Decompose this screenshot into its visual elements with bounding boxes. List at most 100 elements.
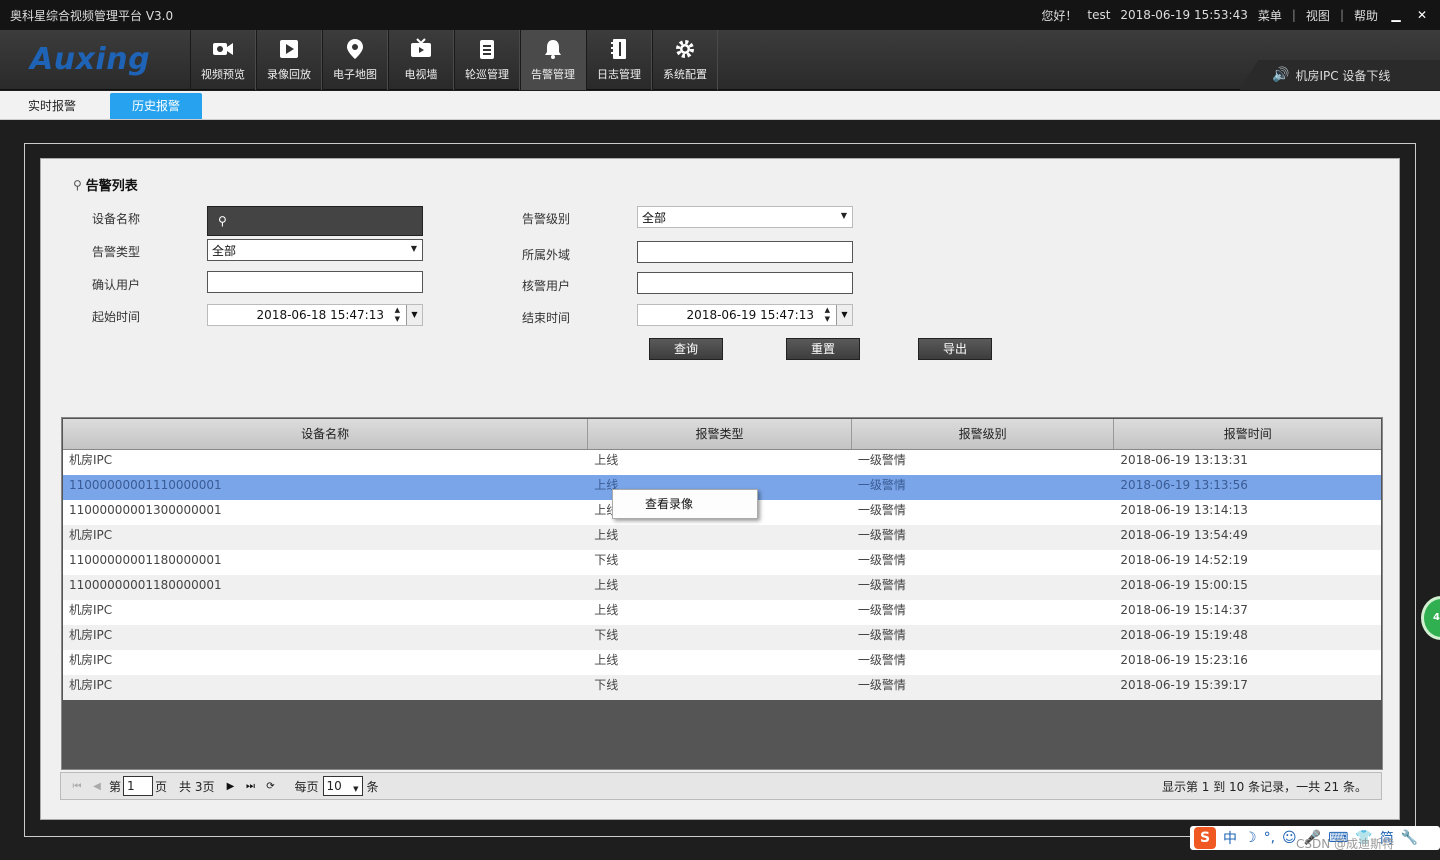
- table-row[interactable]: 机房IPC 上线 一级警情 2018-06-19 15:23:16: [63, 650, 1381, 675]
- end-time-label: 结束时间: [522, 311, 571, 325]
- module-patrol[interactable]: 轮巡管理: [454, 30, 520, 90]
- module-video-preview[interactable]: 视频预览: [190, 30, 256, 90]
- table-row[interactable]: 机房IPC 上线 一级警情 2018-06-19 13:13:31: [63, 450, 1381, 475]
- check-user-label: 核警用户: [522, 279, 571, 293]
- watermark: CSDN @成迪斯特: [1296, 837, 1395, 851]
- module-label: 录像回放: [267, 68, 311, 81]
- table-cell: 11000000001300000001: [69, 503, 222, 517]
- alarm-level-value: 全部: [642, 210, 667, 225]
- reset-button[interactable]: 重置: [786, 338, 860, 360]
- last-page-icon[interactable]: ⏭: [242, 778, 258, 794]
- table-row[interactable]: 机房IPC 下线 一级警情 2018-06-19 15:19:48: [63, 625, 1381, 650]
- floating-badge[interactable]: 45: [1421, 596, 1440, 640]
- start-time-value: 2018-06-18 15:47:13: [256, 308, 384, 322]
- next-page-icon[interactable]: ▶: [222, 778, 238, 794]
- username: test: [1087, 8, 1111, 22]
- table-cell: 11000000001110000001: [69, 478, 222, 492]
- table-cell: 上线: [594, 453, 619, 467]
- bell-icon: [545, 40, 561, 59]
- ime-lang[interactable]: 中: [1223, 828, 1237, 848]
- prev-page-icon[interactable]: ◀: [89, 778, 105, 794]
- table-cell: 一级警情: [857, 553, 906, 567]
- module-log[interactable]: 日志管理: [586, 30, 652, 90]
- column-header[interactable]: 设备名称: [63, 419, 589, 449]
- map-pin-icon: [347, 39, 363, 59]
- end-time-picker[interactable]: 2018-06-19 15:47:13 ▲ ▼ ▼: [637, 304, 853, 326]
- alarm-type-select[interactable]: 全部 ▼: [207, 239, 423, 261]
- device-name-input[interactable]: ⚲: [207, 206, 423, 236]
- table-cell: 2018-06-19 15:14:37: [1120, 603, 1248, 617]
- tab-history-alarm[interactable]: 历史报警: [110, 93, 203, 119]
- check-user-input[interactable]: [637, 272, 853, 294]
- table-row[interactable]: 机房IPC 下线 一级警情 2018-06-19 15:39:17: [63, 675, 1381, 700]
- app-title: 奥科星综合视频管理平台 V3.0: [10, 8, 174, 23]
- spin-arrows-icon[interactable]: ▲ ▼: [395, 306, 400, 324]
- emoji-icon[interactable]: ☺: [1282, 830, 1297, 846]
- table-row[interactable]: 11000000001180000001 上线 一级警情 2018-06-19 15:…: [63, 575, 1381, 600]
- table-cell: 一级警情: [857, 678, 906, 692]
- title-bar: 奥科星综合视频管理平台 V3.0 您好！ test 2018-06-19 15:…: [0, 0, 1440, 30]
- pagination-bar: ⏮ ◀ 第 1 页 共 3页 ▶ ⏭ ⟳ 每页 10 条 显示第 1 到 10 …: [60, 772, 1382, 800]
- module-alarm[interactable]: 告警管理: [520, 30, 586, 90]
- table-row[interactable]: 11000000001180000001 下线 一级警情 2018-06-19 14:…: [63, 550, 1381, 575]
- alarm-level-select[interactable]: 全部 ▼: [637, 206, 853, 228]
- module-map[interactable]: 电子地图: [322, 30, 388, 90]
- table-cell: 2018-06-19 13:13:31: [1120, 453, 1248, 467]
- punctuation-icon[interactable]: °,: [1264, 830, 1275, 846]
- help-button[interactable]: 帮助: [1354, 7, 1378, 24]
- alarm-ticker-text: 机房IPC 设备下线: [1295, 68, 1391, 83]
- separator: |: [1291, 8, 1296, 22]
- page-suffix: 页: [155, 779, 168, 794]
- column-header[interactable]: 报警类型: [588, 419, 852, 449]
- module-tv-wall[interactable]: 电视墙: [388, 30, 454, 90]
- clock: 2018-06-19 15:53:43: [1120, 8, 1248, 22]
- table-cell: 机房IPC: [69, 678, 113, 692]
- chevron-down-icon[interactable]: ▼: [836, 305, 852, 325]
- table-row[interactable]: 机房IPC 上线 一级警情 2018-06-19 13:54:49: [63, 525, 1381, 550]
- table-cell: 2018-06-19 15:00:15: [1120, 578, 1248, 592]
- view-button[interactable]: 视图: [1306, 7, 1330, 24]
- start-time-picker[interactable]: 2018-06-18 15:47:13 ▲ ▼ ▼: [207, 304, 423, 326]
- minimize-icon[interactable]: ▁: [1388, 8, 1404, 22]
- table-header: 设备名称 报警类型 报警级别 报警时间: [63, 419, 1381, 450]
- export-button[interactable]: 导出: [918, 338, 992, 360]
- page-prefix: 第: [109, 779, 122, 794]
- module-settings[interactable]: 系统配置: [652, 30, 718, 90]
- module-label: 电子地图: [333, 68, 377, 81]
- start-time-label: 起始时间: [92, 310, 141, 324]
- module-playback[interactable]: 录像回放: [256, 30, 322, 90]
- table-row[interactable]: 机房IPC 上线 一级警情 2018-06-19 15:14:37: [63, 600, 1381, 625]
- query-button[interactable]: 查询: [649, 338, 723, 360]
- total-pages: 共 3页: [179, 779, 215, 794]
- spin-arrows-icon[interactable]: ▲ ▼: [825, 306, 830, 324]
- chevron-down-icon: ▼: [840, 211, 847, 220]
- close-icon[interactable]: ✕: [1414, 8, 1430, 22]
- column-header[interactable]: 报警时间: [1114, 419, 1381, 449]
- moon-icon[interactable]: ☽: [1244, 830, 1257, 846]
- chevron-down-icon[interactable]: ▼: [406, 305, 422, 325]
- column-header[interactable]: 报警级别: [852, 419, 1115, 449]
- table-cell: 一级警情: [857, 478, 906, 492]
- speaker-icon: 🔊: [1272, 67, 1290, 83]
- wrench-icon[interactable]: 🔧: [1401, 830, 1418, 846]
- table-cell: 2018-06-19 15:19:48: [1120, 628, 1248, 642]
- context-menu-view-recording[interactable]: 查看录像: [612, 489, 758, 519]
- per-page-select[interactable]: 10: [322, 776, 363, 798]
- first-page-icon[interactable]: ⏮: [69, 778, 85, 794]
- chevron-down-icon: ▼: [410, 244, 417, 253]
- domain-input[interactable]: [637, 241, 853, 263]
- alarm-subtabs: 实时报警 历史报警: [0, 91, 1440, 120]
- log-book-icon: [611, 39, 626, 59]
- tab-realtime-alarm[interactable]: 实时报警: [6, 93, 98, 119]
- menu-button[interactable]: 菜单: [1258, 7, 1282, 24]
- alarm-ticker[interactable]: 🔊 机房IPC 设备下线: [1240, 60, 1440, 90]
- table-cell: 机房IPC: [69, 528, 113, 542]
- main-toolbar: Auxing 视频预览 录像回放 电子地图 电视墙 轮巡管理 告警管理 日志管理: [0, 30, 1440, 90]
- table-cell: 2018-06-19 13:54:49: [1120, 528, 1248, 542]
- module-nav: 视频预览 录像回放 电子地图 电视墙 轮巡管理 告警管理 日志管理 系统配置: [190, 30, 718, 90]
- table-cell: 上线: [594, 528, 619, 542]
- page-number-input[interactable]: 1: [123, 776, 154, 796]
- table-cell: 2018-06-19 13:14:13: [1120, 503, 1248, 517]
- refresh-icon[interactable]: ⟳: [262, 778, 278, 794]
- confirm-user-input[interactable]: [207, 271, 423, 293]
